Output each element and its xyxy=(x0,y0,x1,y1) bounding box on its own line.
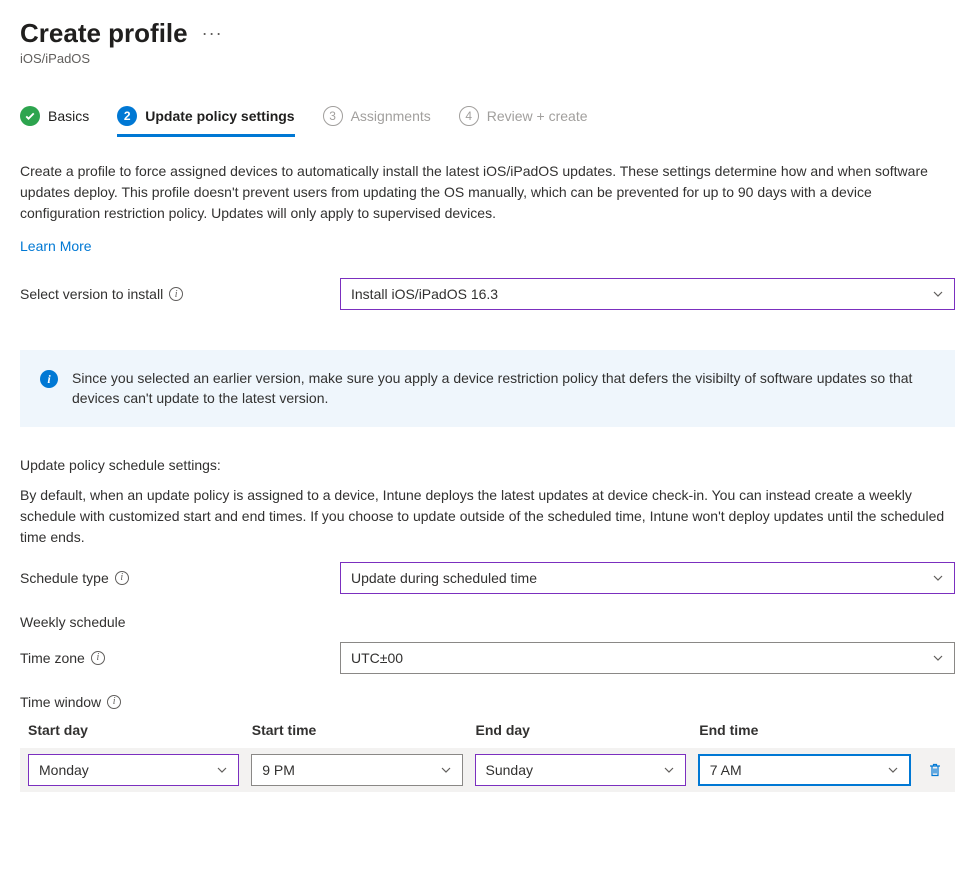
step-number-icon: 3 xyxy=(323,106,343,126)
wizard-step-label: Assignments xyxy=(351,108,431,124)
wizard-step-label: Basics xyxy=(48,108,89,124)
wizard-step-assignments[interactable]: 3 Assignments xyxy=(323,106,431,137)
learn-more-link[interactable]: Learn More xyxy=(20,238,92,254)
weekly-schedule-heading: Weekly schedule xyxy=(20,614,955,630)
chevron-down-icon xyxy=(932,288,944,300)
table-row: Monday 9 PM Sunday 7 AM xyxy=(20,748,955,792)
wizard-step-label: Review + create xyxy=(487,108,588,124)
chevron-down-icon xyxy=(887,764,899,776)
trash-icon xyxy=(927,762,943,778)
version-select[interactable]: Install iOS/iPadOS 16.3 xyxy=(340,278,955,310)
info-callout: i Since you selected an earlier version,… xyxy=(20,350,955,427)
schedule-heading: Update policy schedule settings: xyxy=(20,457,955,473)
col-end-time: End time xyxy=(699,722,911,738)
info-message: Since you selected an earlier version, m… xyxy=(72,368,935,409)
checkmark-icon xyxy=(20,106,40,126)
select-value: Monday xyxy=(39,762,89,778)
schedule-type-select[interactable]: Update during scheduled time xyxy=(340,562,955,594)
info-icon[interactable]: i xyxy=(169,287,183,301)
more-actions-button[interactable]: ··· xyxy=(202,23,223,44)
delete-row-button[interactable] xyxy=(923,762,947,778)
select-value: Install iOS/iPadOS 16.3 xyxy=(351,286,498,302)
schedule-type-label: Schedule type i xyxy=(20,570,340,586)
timezone-select[interactable]: UTC±00 xyxy=(340,642,955,674)
schedule-paragraph: By default, when an update policy is ass… xyxy=(20,485,955,548)
info-icon[interactable]: i xyxy=(115,571,129,585)
step-number-icon: 2 xyxy=(117,106,137,126)
wizard-step-label: Update policy settings xyxy=(145,108,294,124)
chevron-down-icon xyxy=(663,764,675,776)
step-number-icon: 4 xyxy=(459,106,479,126)
timezone-label: Time zone i xyxy=(20,650,340,666)
info-icon: i xyxy=(40,370,58,388)
col-end-day: End day xyxy=(476,722,688,738)
timewindow-label: Time window i xyxy=(20,694,340,710)
select-value: 7 AM xyxy=(710,762,742,778)
col-start-day: Start day xyxy=(28,722,240,738)
chevron-down-icon xyxy=(932,652,944,664)
wizard-step-update-policy[interactable]: 2 Update policy settings xyxy=(117,106,294,137)
end-day-select[interactable]: Sunday xyxy=(475,754,686,786)
select-value: Update during scheduled time xyxy=(351,570,537,586)
chevron-down-icon xyxy=(216,764,228,776)
wizard-step-review[interactable]: 4 Review + create xyxy=(459,106,588,137)
page-title: Create profile xyxy=(20,18,188,49)
select-value: UTC±00 xyxy=(351,650,403,666)
col-start-time: Start time xyxy=(252,722,464,738)
info-icon[interactable]: i xyxy=(91,651,105,665)
page-subtitle: iOS/iPadOS xyxy=(20,51,955,66)
info-icon[interactable]: i xyxy=(107,695,121,709)
wizard-steps: Basics 2 Update policy settings 3 Assign… xyxy=(20,106,955,137)
chevron-down-icon xyxy=(440,764,452,776)
select-value: Sunday xyxy=(486,762,533,778)
end-time-select[interactable]: 7 AM xyxy=(698,754,911,786)
start-day-select[interactable]: Monday xyxy=(28,754,239,786)
time-window-table: Start day Start time End day End time Mo… xyxy=(20,722,955,792)
chevron-down-icon xyxy=(932,572,944,584)
select-value: 9 PM xyxy=(262,762,295,778)
start-time-select[interactable]: 9 PM xyxy=(251,754,462,786)
version-label: Select version to install i xyxy=(20,286,340,302)
wizard-step-basics[interactable]: Basics xyxy=(20,106,89,137)
intro-paragraph: Create a profile to force assigned devic… xyxy=(20,161,955,224)
